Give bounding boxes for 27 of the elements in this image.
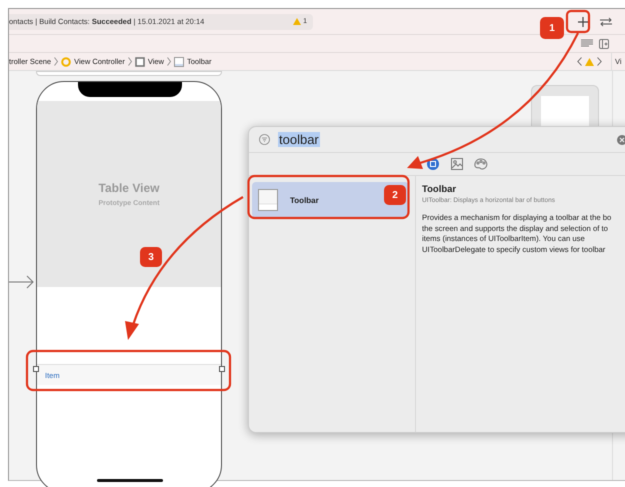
step-number-badge: 2 xyxy=(384,185,406,205)
colors-tab[interactable] xyxy=(474,157,488,171)
chevron-icon xyxy=(128,57,132,66)
chevron-icon xyxy=(54,57,58,66)
toolbar-thumbnail-icon xyxy=(258,189,278,211)
entry-point-arrow-icon xyxy=(9,275,35,289)
toolbar-icon xyxy=(174,56,184,66)
clear-search-icon[interactable] xyxy=(617,135,625,145)
swap-arrows-icon[interactable] xyxy=(599,16,613,26)
view-icon xyxy=(134,56,145,66)
home-indicator xyxy=(97,479,163,482)
images-tab[interactable] xyxy=(450,157,464,171)
chevron-icon xyxy=(166,57,171,66)
table-view-title: Table View xyxy=(98,181,160,195)
resize-handle[interactable] xyxy=(219,366,225,372)
detail-title: Toolbar xyxy=(422,184,458,195)
chevron-right-icon[interactable] xyxy=(597,57,602,66)
filter-icon xyxy=(259,134,270,145)
view-controller-icon xyxy=(61,56,72,66)
search-field[interactable]: toolbar xyxy=(259,128,320,150)
step-number-badge: 3 xyxy=(140,247,162,267)
resize-handle[interactable] xyxy=(33,366,39,372)
highlight-outline xyxy=(566,10,590,34)
chevron-left-icon[interactable] xyxy=(577,57,582,66)
step-number-badge: 1 xyxy=(540,17,564,39)
editor-options-icon[interactable] xyxy=(581,39,593,48)
add-editor-icon[interactable] xyxy=(599,38,609,48)
